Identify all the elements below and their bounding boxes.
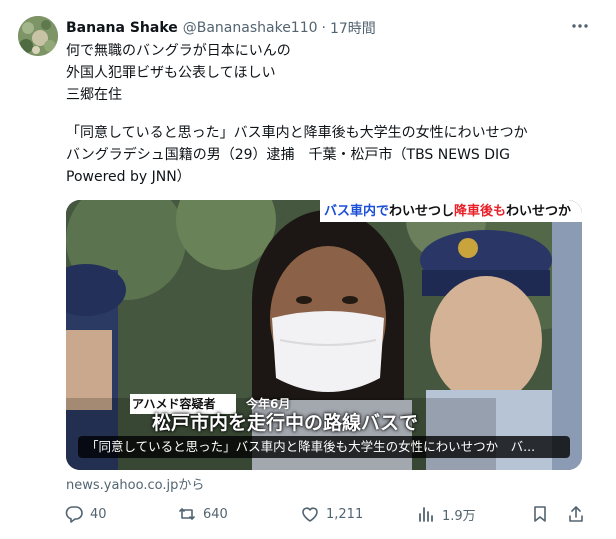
quoted-headline-line: Powered by JNN） bbox=[66, 169, 191, 185]
subtitle-line: 松戸市内を走行中の路線バスで bbox=[152, 412, 419, 434]
more-icon[interactable] bbox=[570, 16, 590, 36]
banner-text: わいせつか bbox=[506, 204, 572, 219]
video-subtitle: 松戸市内を走行中の路線バスで bbox=[152, 412, 418, 434]
tweet-line: 何で無職のバングラが日本にいんの bbox=[66, 43, 291, 59]
date-tag-text: 今年6月 bbox=[246, 397, 291, 411]
reply-icon bbox=[64, 504, 84, 524]
like-count: 1,211 bbox=[326, 506, 364, 522]
link-card[interactable]: バス車内でわいせつし降車後もわいせつか アハメド容疑者 今年6月 松戸市内を走行… bbox=[66, 200, 582, 470]
timestamp[interactable]: 17時間 bbox=[330, 18, 376, 38]
action-bar: 40 640 1,211 1.9万 bbox=[64, 503, 588, 525]
tweet-line: 外国人犯罪ビザも公表してほしい bbox=[66, 65, 276, 81]
display-name[interactable]: Banana Shake bbox=[66, 20, 178, 36]
banner-text: バス車内で bbox=[324, 204, 390, 219]
avatar[interactable] bbox=[18, 16, 58, 56]
views-icon bbox=[416, 504, 436, 524]
quoted-headline-line: バングラデシュ国籍の男（29）逮捕 千葉・松戸市（TBS NEWS DIG bbox=[66, 147, 511, 163]
retweet-icon bbox=[177, 504, 197, 524]
views-button[interactable]: 1.9万 bbox=[416, 503, 476, 525]
card-source[interactable]: news.yahoo.co.jpから bbox=[66, 474, 204, 493]
tweet[interactable]: Banana Shake @Bananashake110 · 17時間 何で無職… bbox=[0, 0, 616, 539]
like-button[interactable]: 1,211 bbox=[300, 503, 363, 525]
bookmark-icon bbox=[530, 504, 550, 524]
quoted-headline-line: 「同意していると思った」バス車内と降車後も大学生の女性にわいせつか bbox=[66, 125, 528, 141]
retweet-button[interactable]: 640 bbox=[177, 503, 228, 525]
like-icon bbox=[300, 504, 320, 524]
retweet-count: 640 bbox=[203, 506, 228, 522]
banner-text: 降車後も bbox=[454, 204, 507, 219]
views-count: 1.9万 bbox=[442, 508, 476, 524]
name-tag: アハメド容疑者 bbox=[132, 395, 216, 413]
user-handle[interactable]: @Bananashake110 bbox=[183, 20, 318, 36]
separator: · bbox=[321, 20, 326, 36]
share-icon bbox=[566, 504, 586, 524]
share-button[interactable] bbox=[566, 503, 586, 525]
tweet-line: 三郷在住 bbox=[66, 87, 122, 103]
reply-count: 40 bbox=[90, 506, 107, 522]
reply-button[interactable]: 40 bbox=[64, 503, 107, 525]
card-title: 「同意していると思った」バス車内と降車後も大学生の女性にわいせつか バ... bbox=[78, 436, 570, 458]
name-tag-text: アハメド容疑者 bbox=[132, 397, 216, 411]
headline-banner: バス車内でわいせつし降車後もわいせつか bbox=[324, 202, 571, 222]
banner-text: わいせつし bbox=[389, 204, 455, 219]
tweet-text: 何で無職のバングラが日本にいんの 外国人犯罪ビザも公表してほしい 三郷在住 「同… bbox=[66, 40, 586, 188]
bookmark-button[interactable] bbox=[530, 503, 550, 525]
tweet-header: Banana Shake @Bananashake110 · 17時間 bbox=[66, 18, 576, 38]
date-tag: 今年6月 bbox=[246, 395, 290, 413]
